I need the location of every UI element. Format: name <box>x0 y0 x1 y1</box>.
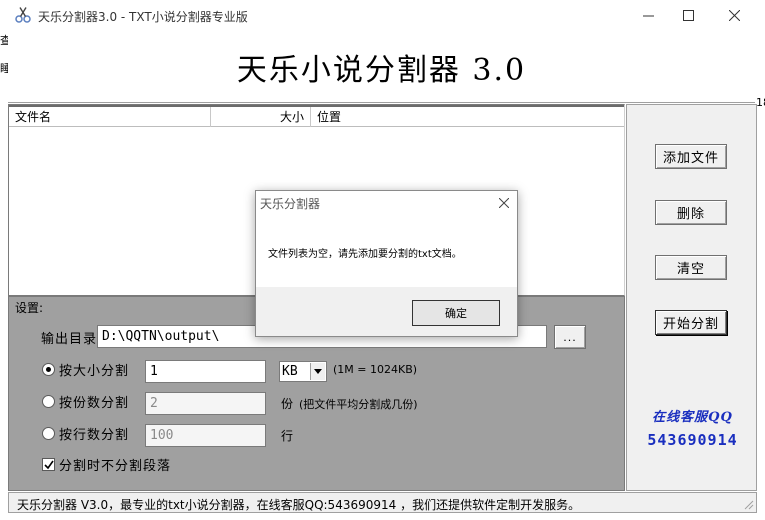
delete-button[interactable]: 删除 <box>655 200 727 225</box>
size-unit-value: KB <box>282 364 298 379</box>
minimize-icon <box>642 15 654 17</box>
settings-title: 设置: <box>15 301 44 315</box>
close-icon <box>499 198 509 208</box>
dialog-title: 天乐分割器 <box>260 197 321 211</box>
dropdown-arrow-icon[interactable] <box>310 363 325 380</box>
radio-dot-icon <box>46 367 51 372</box>
parts-note: (把文件平均分割成几份) <box>299 398 418 411</box>
clear-button[interactable]: 清空 <box>655 255 727 280</box>
close-icon <box>728 10 740 21</box>
split-by-size-label[interactable]: 按大小分割 <box>59 360 129 379</box>
lines-unit: 行 <box>281 429 295 443</box>
lines-value-input[interactable]: 100 <box>145 424 266 447</box>
dialog-close-button[interactable] <box>495 194 513 212</box>
close-button[interactable] <box>711 0 757 31</box>
service-label: 在线客服QQ <box>652 410 733 425</box>
maximize-icon <box>682 10 694 21</box>
parts-unit: 份 <box>281 397 295 411</box>
header-banner: 天乐小说分割器 3.0 <box>8 31 755 103</box>
size-unit-select[interactable]: KB <box>279 361 327 382</box>
scissors-icon <box>15 7 31 23</box>
add-file-button[interactable]: 添加文件 <box>655 144 727 169</box>
size-note: (1M = 1024KB) <box>333 363 418 376</box>
title-bar[interactable]: 天乐分割器3.0 - TXT小说分割器专业版 <box>0 0 765 31</box>
status-bar: 天乐分割器 V3.0，最专业的txt小说分割器，在线客服QQ:543690914… <box>8 492 757 513</box>
column-header-size[interactable]: 大小 <box>211 107 311 127</box>
ok-button[interactable]: 确定 <box>412 300 500 326</box>
split-by-lines-radio[interactable] <box>42 427 55 440</box>
column-header-location[interactable]: 位置 <box>311 107 624 127</box>
dialog-message: 文件列表为空，请先添加要分割的txt文档。 <box>268 249 462 260</box>
checkmark-icon <box>43 460 54 469</box>
split-by-lines-label[interactable]: 按行数分割 <box>59 424 129 443</box>
parts-value-input[interactable]: 2 <box>145 392 266 415</box>
window-title: 天乐分割器3.0 - TXT小说分割器专业版 <box>38 10 248 24</box>
split-by-parts-radio[interactable] <box>42 395 55 408</box>
no-split-paragraph-checkbox[interactable] <box>42 458 55 471</box>
start-split-button[interactable]: 开始分割 <box>655 310 727 335</box>
output-dir-label: 输出目录 <box>41 332 98 347</box>
split-by-size-radio[interactable] <box>42 363 55 376</box>
file-list-header: 文件名 大小 位置 <box>9 105 624 127</box>
chevron-down-icon <box>314 369 322 374</box>
message-dialog[interactable]: 天乐分割器 文件列表为空，请先添加要分割的txt文档。 确定 <box>255 190 518 337</box>
banner-title: 天乐小说分割器 3.0 <box>236 53 527 88</box>
service-number: 543690914 <box>647 431 738 449</box>
action-panel: 添加文件 删除 清空 开始分割 在线客服QQ 543690914 <box>626 104 757 491</box>
browse-button[interactable]: ... <box>554 325 586 349</box>
status-text: 天乐分割器 V3.0，最专业的txt小说分割器，在线客服QQ:543690914… <box>17 498 581 512</box>
background-fragment: 18 <box>756 96 765 109</box>
size-value-input[interactable]: 1 <box>145 360 266 383</box>
split-by-parts-label[interactable]: 按份数分割 <box>59 392 129 411</box>
maximize-button[interactable] <box>665 0 711 31</box>
column-header-filename[interactable]: 文件名 <box>9 107 211 127</box>
resize-grip-icon[interactable] <box>742 498 754 510</box>
no-split-paragraph-label[interactable]: 分割时不分割段落 <box>59 455 171 474</box>
